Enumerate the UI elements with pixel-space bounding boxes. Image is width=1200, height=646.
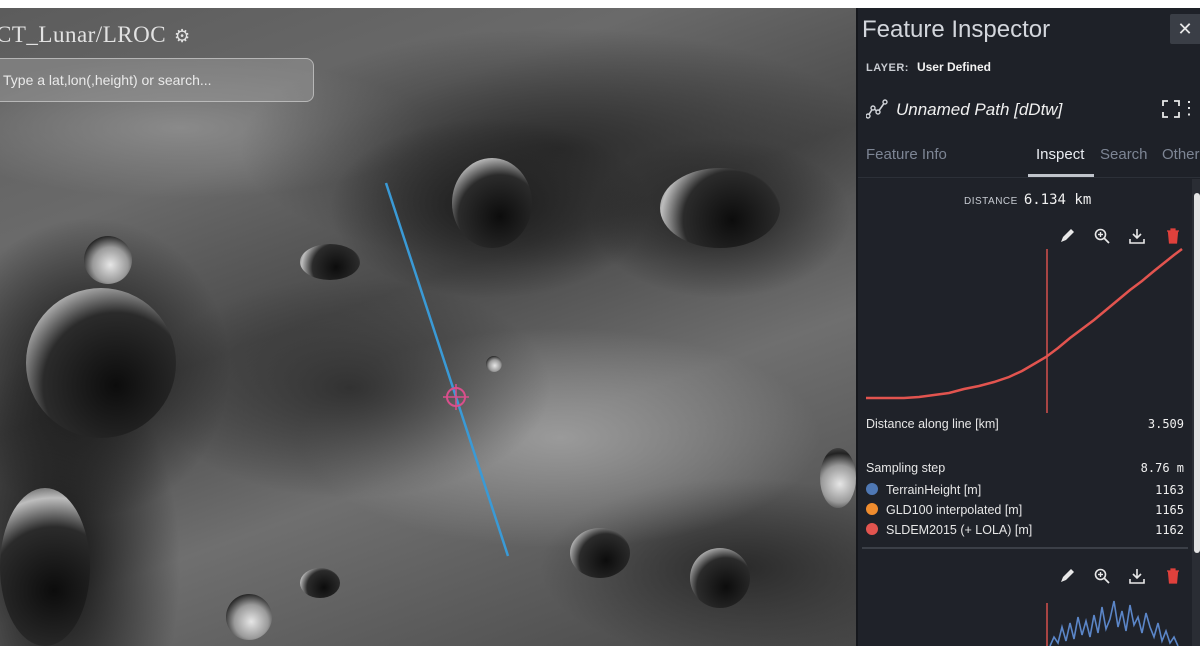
tab-inspect[interactable]: Inspect bbox=[1036, 146, 1084, 163]
distance-along-label: Distance along line [km] bbox=[866, 417, 999, 431]
legend-label: GLD100 interpolated [m] bbox=[886, 503, 1023, 517]
legend-value: 1163 bbox=[1155, 483, 1184, 497]
inspect-content: DISTANCE 6.134 km Distance along line [km… bbox=[858, 179, 1200, 646]
scrollbar-thumb[interactable] bbox=[1194, 193, 1200, 553]
more-options-icon[interactable]: ⋮ bbox=[1180, 98, 1198, 118]
pencil-icon[interactable] bbox=[1058, 567, 1076, 585]
legend-row-gld100: GLD100 interpolated [m] 1165 bbox=[866, 503, 1184, 517]
layer-row: LAYER: User Defined bbox=[866, 60, 991, 74]
inspector-tabs: Feature Info Inspect Search Other bbox=[858, 144, 1200, 178]
tab-other[interactable]: Other bbox=[1162, 146, 1200, 163]
settings-icon[interactable]: ⚙ bbox=[174, 26, 191, 46]
gld100-dot-icon bbox=[866, 503, 878, 515]
app-title: CT_Lunar/LROC ⚙ bbox=[0, 22, 191, 48]
map-viewport[interactable]: CT_Lunar/LROC ⚙ bbox=[0, 8, 856, 646]
layer-value: User Defined bbox=[916, 60, 991, 74]
trash-icon[interactable] bbox=[1164, 567, 1182, 585]
download-icon[interactable] bbox=[1128, 567, 1146, 585]
terrain-dot-icon bbox=[866, 483, 878, 495]
legend-row-sldem: SLDEM2015 (+ LOLA) [m] 1162 bbox=[866, 523, 1184, 537]
distance-label: DISTANCE bbox=[964, 196, 1018, 207]
layer-label: LAYER: bbox=[866, 62, 909, 74]
elevation-profile-chart[interactable] bbox=[864, 243, 1184, 413]
tab-feature-info[interactable]: Feature Info bbox=[866, 146, 947, 163]
sampling-step-label: Sampling step bbox=[866, 461, 946, 475]
close-button[interactable]: ✕ bbox=[1170, 14, 1200, 44]
legend-row-terrain: TerrainHeight [m] 1163 bbox=[866, 483, 1184, 497]
profile-line bbox=[866, 248, 1183, 400]
zoom-in-icon[interactable] bbox=[1093, 567, 1111, 585]
profile-toolbar-2 bbox=[1058, 567, 1188, 587]
scrollbar[interactable] bbox=[1192, 179, 1200, 646]
legend-value: 1165 bbox=[1155, 503, 1184, 517]
distance-row: DISTANCE 6.134 km bbox=[964, 191, 1091, 209]
map-overlay bbox=[384, 182, 510, 557]
feature-inspector-panel: Feature Inspector ✕ LAYER: User Defined U… bbox=[856, 8, 1200, 646]
search-input[interactable] bbox=[0, 58, 314, 102]
distance-along-value: 3.509 bbox=[1147, 417, 1184, 431]
distance-along-row: Distance along line [km] 3.509 bbox=[866, 417, 1184, 431]
distance-value: 6.134 km bbox=[1023, 192, 1092, 208]
profile-line bbox=[1049, 600, 1179, 646]
feature-header: Unnamed Path [dDtw] ⋮ bbox=[866, 98, 1198, 124]
sampling-step-value: 8.76 m bbox=[1140, 461, 1184, 475]
sampling-step-row: Sampling step 8.76 m bbox=[866, 461, 1184, 475]
measure-path-line[interactable] bbox=[384, 182, 510, 557]
active-tab-indicator bbox=[1028, 174, 1094, 177]
legend-value: 1162 bbox=[1155, 523, 1184, 537]
tab-search[interactable]: Search bbox=[1100, 146, 1148, 163]
slope-profile-chart[interactable] bbox=[864, 597, 1184, 646]
feature-name: Unnamed Path [dDtw] bbox=[896, 100, 1063, 119]
section-divider bbox=[862, 547, 1188, 549]
panel-title: Feature Inspector bbox=[862, 16, 1051, 43]
sldem-dot-icon bbox=[866, 523, 878, 535]
app-title-text: CT_Lunar/LROC bbox=[0, 22, 167, 47]
legend-label: SLDEM2015 (+ LOLA) [m] bbox=[886, 523, 1033, 537]
fullscreen-icon[interactable] bbox=[1162, 100, 1180, 118]
path-icon bbox=[866, 99, 888, 119]
target-marker-icon bbox=[443, 384, 469, 410]
legend-label: TerrainHeight [m] bbox=[886, 483, 982, 497]
